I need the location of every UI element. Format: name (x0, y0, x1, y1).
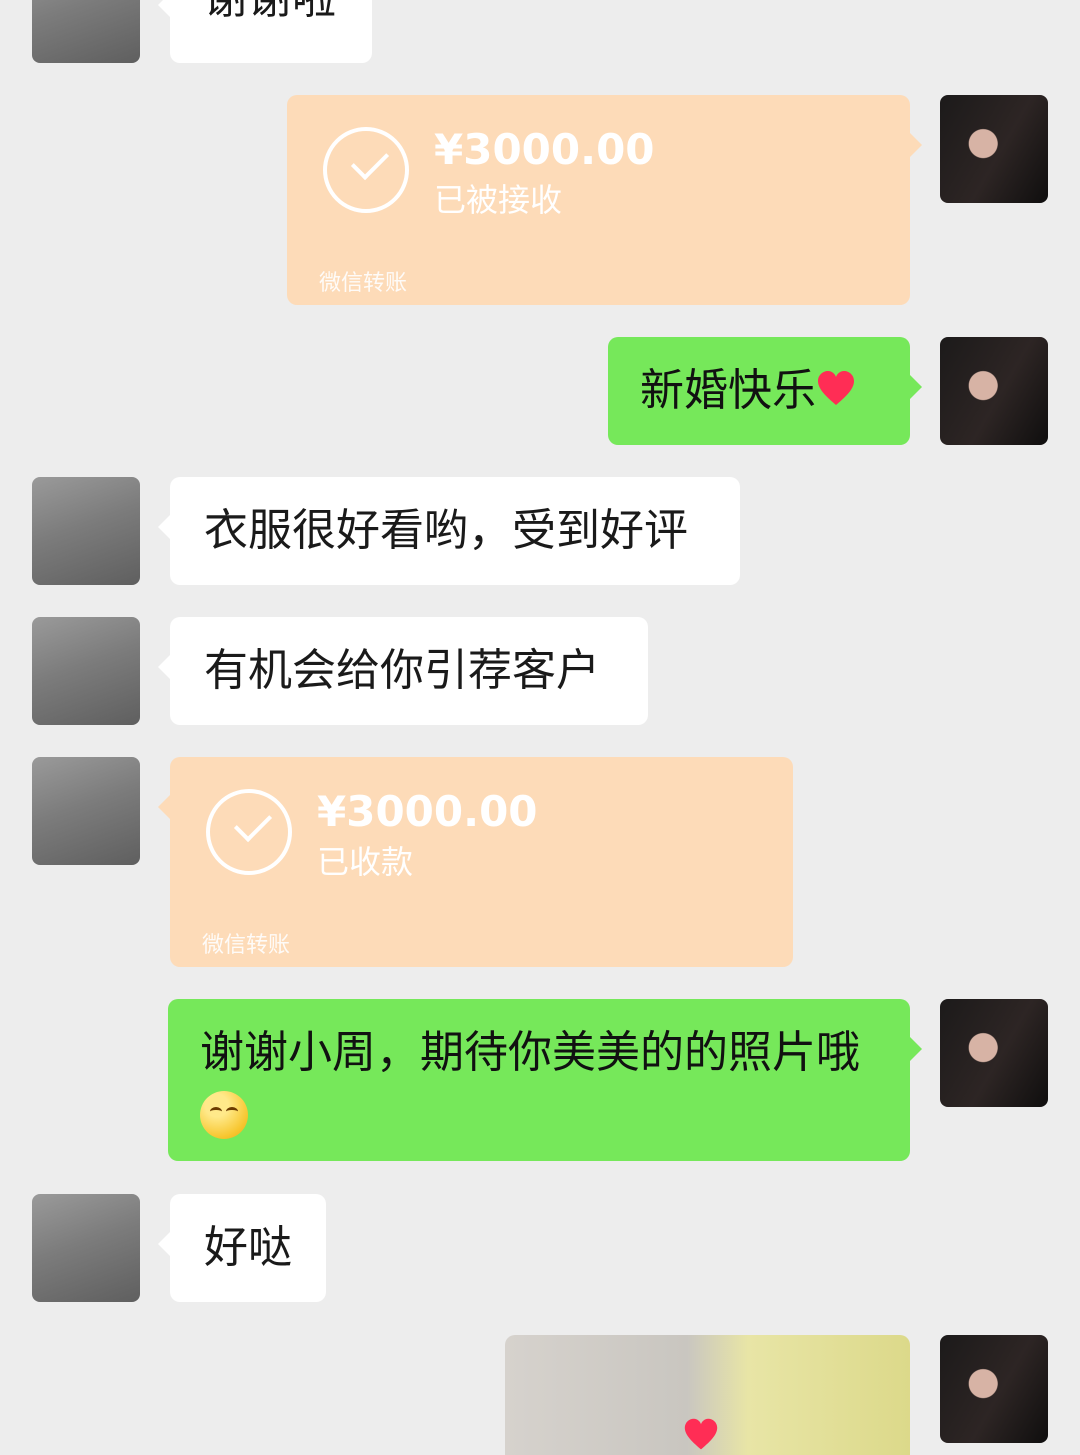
my-avatar[interactable] (940, 1335, 1048, 1443)
message-bubble[interactable]: 谢谢小周，期待你美美的的照片哦 (168, 999, 922, 1161)
message-bubble[interactable]: 有机会给你引荐客户 (158, 617, 648, 725)
message-bubble[interactable]: 衣服很好看哟，受到好评 (158, 477, 740, 585)
contact-avatar[interactable] (32, 757, 140, 865)
grinning-emoji (200, 1091, 248, 1139)
transfer-amount: ¥3000.00 (434, 125, 655, 174)
transfer-card[interactable]: ¥3000.00 已被接收 微信转账 (287, 95, 922, 305)
contact-avatar[interactable] (32, 477, 140, 585)
message-text: 新婚快乐 (640, 365, 816, 416)
contact-avatar[interactable] (32, 617, 140, 725)
transfer-amount: ¥3000.00 (317, 787, 538, 836)
red-heart-emoji (818, 371, 854, 405)
message-bubble[interactable]: 谢谢啦 (158, 0, 372, 63)
my-avatar[interactable] (940, 337, 1048, 445)
contact-avatar[interactable] (32, 0, 140, 63)
contact-avatar[interactable] (32, 1194, 140, 1302)
message-text: 谢谢小周，期待你美美的的照片哦 (200, 1027, 860, 1078)
check-circle-icon (206, 789, 292, 875)
message-text: 谢谢啦 (170, 0, 372, 23)
transfer-brand: 微信转账 (202, 933, 291, 958)
message-text: 有机会给你引荐客户 (204, 645, 600, 696)
message-text: 衣服很好看哟，受到好评 (204, 505, 688, 556)
photo-message[interactable] (505, 1335, 910, 1455)
transfer-status: 已收款 (317, 843, 414, 881)
red-heart-emoji (684, 1418, 718, 1450)
message-text: 好哒 (204, 1222, 292, 1273)
message-bubble[interactable]: 好哒 (158, 1194, 326, 1302)
transfer-brand: 微信转账 (319, 271, 408, 296)
my-avatar[interactable] (940, 999, 1048, 1107)
transfer-status: 已被接收 (434, 181, 563, 219)
transfer-card[interactable]: ¥3000.00 已收款 微信转账 (158, 757, 793, 967)
my-avatar[interactable] (940, 95, 1048, 203)
message-bubble[interactable]: 新婚快乐 (608, 337, 922, 445)
check-circle-icon (323, 127, 409, 213)
